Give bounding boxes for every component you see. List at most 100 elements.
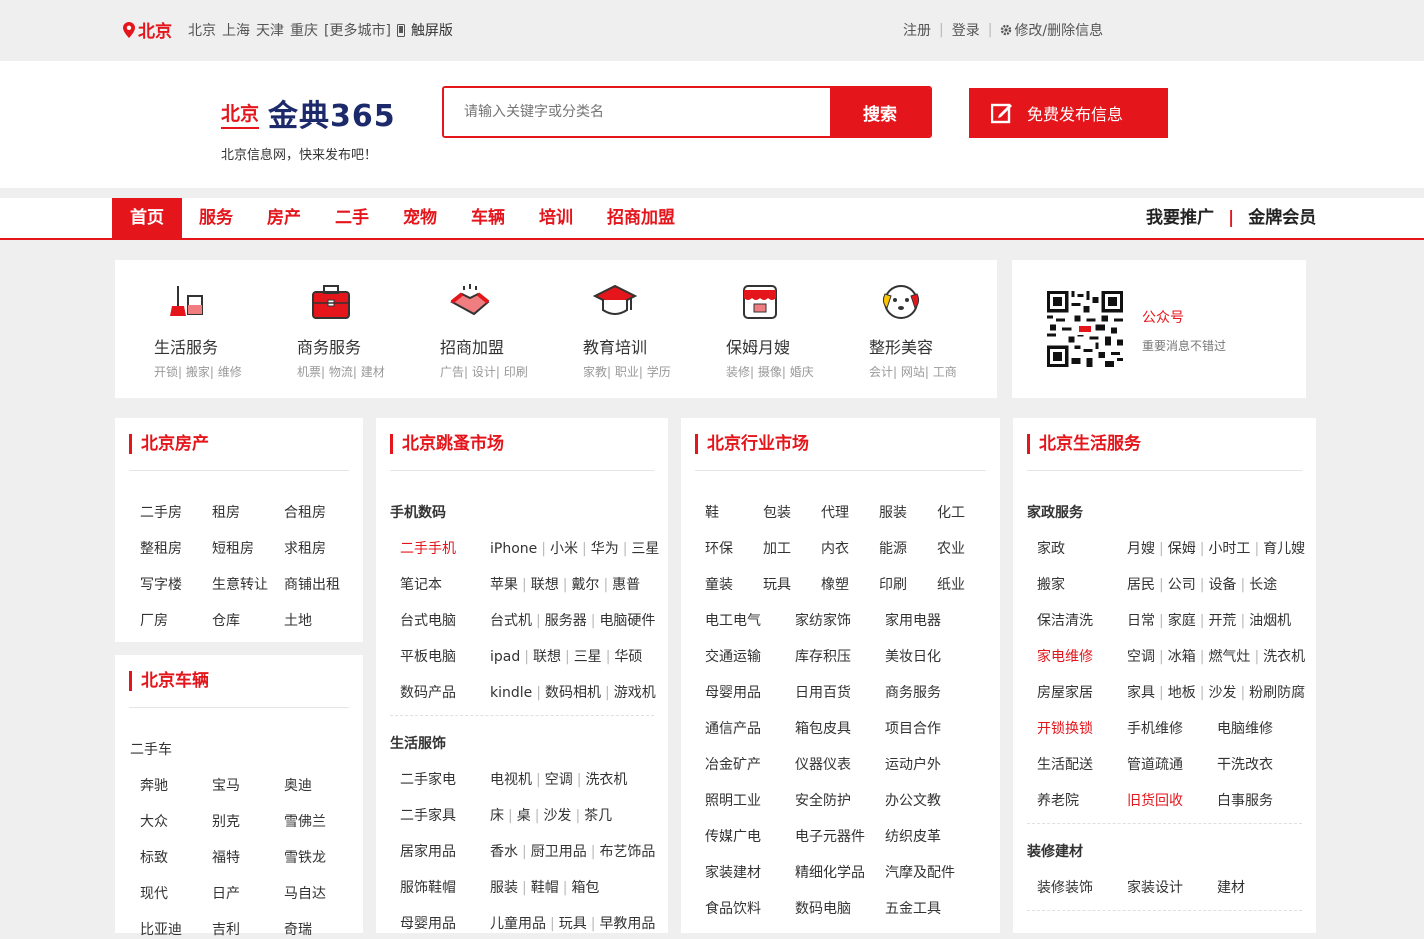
panel-title[interactable]: 北京跳蚤市场 — [390, 434, 504, 454]
item-link[interactable]: 家具 — [1127, 685, 1155, 701]
industry-link[interactable]: 电工电气 — [705, 610, 761, 630]
nav-pet[interactable]: 宠物 — [386, 198, 454, 238]
item-link[interactable]: 电脑硬件 — [599, 613, 655, 629]
item-link[interactable]: 公司 — [1168, 577, 1196, 593]
item-link[interactable]: 服务器 — [545, 613, 587, 629]
life-service-link[interactable]: 手机维修 — [1127, 718, 1183, 738]
life-service-link[interactable]: 开锁换锁 — [1037, 718, 1093, 738]
industry-link[interactable]: 办公文教 — [885, 790, 941, 810]
vehicle-brand-link[interactable]: 马自达 — [284, 883, 326, 903]
industry-link[interactable]: 安全防护 — [795, 790, 851, 810]
item-link[interactable]: 茶几 — [584, 808, 612, 824]
sub-category-link[interactable]: 二手手机 — [400, 538, 456, 558]
industry-link[interactable]: 代理 — [821, 502, 849, 522]
item-link[interactable]: 苹果 — [490, 577, 518, 593]
search-button[interactable]: 搜索 — [830, 88, 930, 136]
house-link[interactable]: 仓库 — [212, 610, 240, 630]
vehicle-brand-link[interactable]: 雪佛兰 — [284, 811, 326, 831]
sub-category-link[interactable]: 搬家 — [1037, 574, 1065, 594]
sub-category-link[interactable]: 保洁清洗 — [1037, 610, 1093, 630]
sub-category-link[interactable]: 台式电脑 — [400, 610, 456, 630]
item-link[interactable]: 洗衣机 — [585, 772, 627, 788]
item-link[interactable]: 早教用品 — [599, 916, 655, 932]
life-service-link[interactable]: 家装设计 — [1127, 877, 1183, 897]
life-group-title[interactable]: 家政服务 — [1027, 502, 1083, 522]
login-link[interactable]: 登录 — [952, 20, 980, 40]
item-link[interactable]: 游戏机 — [614, 685, 656, 701]
flea-group-title[interactable]: 生活服饰 — [390, 733, 446, 753]
industry-link[interactable]: 纸业 — [937, 574, 965, 594]
item-link[interactable]: 设备 — [1208, 577, 1236, 593]
item-link[interactable]: 儿童用品 — [490, 916, 546, 932]
vehicle-brand-link[interactable]: 比亚迪 — [140, 919, 182, 939]
life-service-link[interactable]: 电脑维修 — [1217, 718, 1273, 738]
item-link[interactable]: 电视机 — [490, 772, 532, 788]
logo-city[interactable]: 北京 — [221, 99, 260, 129]
item-link[interactable]: 戴尔 — [571, 577, 599, 593]
industry-link[interactable]: 橡塑 — [821, 574, 849, 594]
item-link[interactable]: 长途 — [1249, 577, 1277, 593]
sub-category-link[interactable]: 居家用品 — [400, 841, 456, 861]
item-link[interactable]: 华硕 — [614, 649, 642, 665]
register-link[interactable]: 注册 — [903, 20, 931, 40]
nav-home[interactable]: 首页 — [112, 198, 182, 238]
search-input[interactable] — [444, 88, 830, 136]
sub-category-link[interactable]: 笔记本 — [400, 574, 442, 594]
item-link[interactable]: 鞋帽 — [531, 880, 559, 896]
vehicle-brand-link[interactable]: 奇瑞 — [284, 919, 312, 939]
life-service-link[interactable]: 旧货回收 — [1127, 790, 1183, 810]
industry-link[interactable]: 能源 — [879, 538, 907, 558]
life-service-link[interactable]: 白事服务 — [1217, 790, 1273, 810]
life-service-link[interactable]: 装修装饰 — [1037, 877, 1093, 897]
item-link[interactable]: 华为 — [591, 541, 619, 557]
item-link[interactable]: 燃气灶 — [1208, 649, 1250, 665]
house-link[interactable]: 二手房 — [140, 502, 182, 522]
industry-link[interactable]: 电子元器件 — [795, 826, 865, 846]
item-link[interactable]: 数码相机 — [545, 685, 601, 701]
life-service-link[interactable]: 养老院 — [1037, 790, 1079, 810]
nav-service[interactable]: 服务 — [182, 198, 250, 238]
item-link[interactable]: ipad — [490, 649, 520, 665]
item-link[interactable]: 服装 — [490, 880, 518, 896]
industry-link[interactable]: 运动户外 — [885, 754, 941, 774]
item-link[interactable]: 三星 — [574, 649, 602, 665]
industry-link[interactable]: 照明工业 — [705, 790, 761, 810]
item-link[interactable]: 桌 — [517, 808, 531, 824]
item-link[interactable]: 香水 — [490, 844, 518, 860]
nav-training[interactable]: 培训 — [522, 198, 590, 238]
promote-link[interactable]: 我要推广 — [1146, 198, 1214, 238]
industry-link[interactable]: 项目合作 — [885, 718, 941, 738]
industry-link[interactable]: 家装建材 — [705, 862, 761, 882]
item-link[interactable]: 居民 — [1127, 577, 1155, 593]
house-link[interactable]: 厂房 — [140, 610, 168, 630]
item-link[interactable]: 育儿嫂 — [1263, 541, 1305, 557]
industry-link[interactable]: 童装 — [705, 574, 733, 594]
nav-house[interactable]: 房产 — [250, 198, 318, 238]
item-link[interactable]: 惠普 — [612, 577, 640, 593]
industry-link[interactable]: 数码电脑 — [795, 898, 851, 918]
item-link[interactable]: 保姆 — [1168, 541, 1196, 557]
item-link[interactable]: 油烟机 — [1249, 613, 1291, 629]
vehicle-brand-link[interactable]: 福特 — [212, 847, 240, 867]
industry-link[interactable]: 日用百货 — [795, 682, 851, 702]
life-service-link[interactable]: 管道疏通 — [1127, 754, 1183, 774]
sub-category-link[interactable]: 二手家电 — [400, 769, 456, 789]
house-link[interactable]: 求租房 — [284, 538, 326, 558]
sub-category-link[interactable]: 母婴用品 — [400, 913, 456, 933]
vehicle-group-title[interactable]: 二手车 — [130, 739, 172, 759]
publish-button[interactable]: 免费发布信息 — [969, 88, 1168, 138]
modify-delete-link[interactable]: 修改/删除信息 — [1014, 20, 1103, 40]
industry-link[interactable]: 加工 — [763, 538, 791, 558]
item-link[interactable]: kindle — [490, 685, 532, 701]
industry-link[interactable]: 五金工具 — [885, 898, 941, 918]
vehicle-brand-link[interactable]: 大众 — [140, 811, 168, 831]
vehicle-brand-link[interactable]: 宝马 — [212, 775, 240, 795]
house-link[interactable]: 合租房 — [284, 502, 326, 522]
panel-title[interactable]: 北京行业市场 — [695, 434, 809, 454]
item-link[interactable]: 小时工 — [1208, 541, 1250, 557]
wechat-title[interactable]: 公众号 — [1142, 307, 1184, 327]
house-link[interactable]: 商铺出租 — [284, 574, 340, 594]
industry-link[interactable]: 汽摩及配件 — [885, 862, 955, 882]
item-link[interactable]: iPhone — [490, 541, 537, 557]
industry-link[interactable]: 食品饮料 — [705, 898, 761, 918]
